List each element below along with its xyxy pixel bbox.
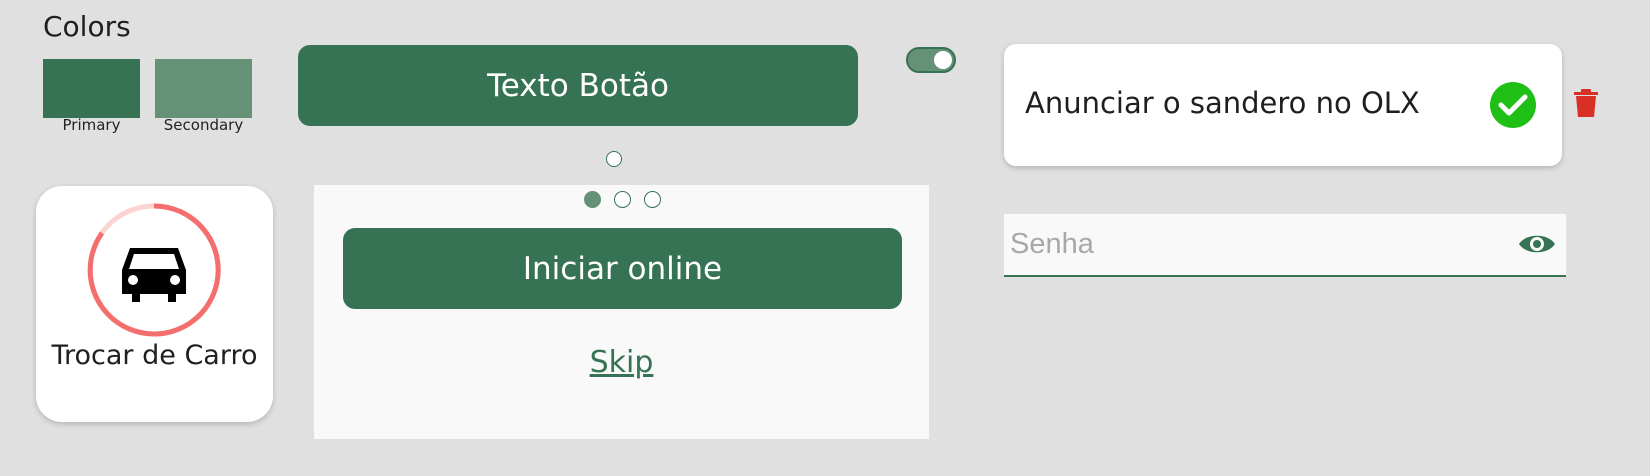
page-dot-1[interactable] — [584, 191, 601, 208]
toggle-knob — [934, 51, 952, 69]
task-card[interactable]: Anunciar o sandero no OLX — [1004, 44, 1562, 166]
texto-botao-button[interactable]: Texto Botão — [298, 45, 858, 126]
task-text: Anunciar o sandero no OLX — [1025, 86, 1420, 120]
colors-title: Colors — [43, 10, 131, 43]
page-dot-2[interactable] — [614, 191, 631, 208]
page-indicator — [584, 191, 661, 208]
progress-ring — [87, 203, 221, 337]
password-field — [1004, 214, 1566, 277]
trash-icon[interactable] — [1573, 88, 1599, 118]
primary-color-label: Primary — [62, 116, 121, 134]
page-dot-3[interactable] — [644, 191, 661, 208]
trocar-carro-tile[interactable]: Trocar de Carro — [36, 186, 273, 422]
car-tile-label: Trocar de Carro — [51, 340, 258, 371]
secondary-color-swatch — [155, 59, 252, 118]
secondary-color-label: Secondary — [163, 116, 244, 134]
check-icon[interactable] — [1490, 82, 1536, 128]
skip-link[interactable]: Skip — [314, 345, 929, 380]
primary-color-swatch — [43, 59, 140, 118]
car-icon — [122, 248, 186, 302]
password-input[interactable] — [1010, 222, 1490, 266]
radio-indicator[interactable] — [606, 151, 622, 167]
toggle-switch[interactable] — [906, 47, 956, 73]
iniciar-online-button[interactable]: Iniciar online — [343, 228, 902, 309]
eye-icon[interactable] — [1518, 231, 1556, 257]
onboarding-panel: Iniciar online Skip — [314, 185, 929, 439]
